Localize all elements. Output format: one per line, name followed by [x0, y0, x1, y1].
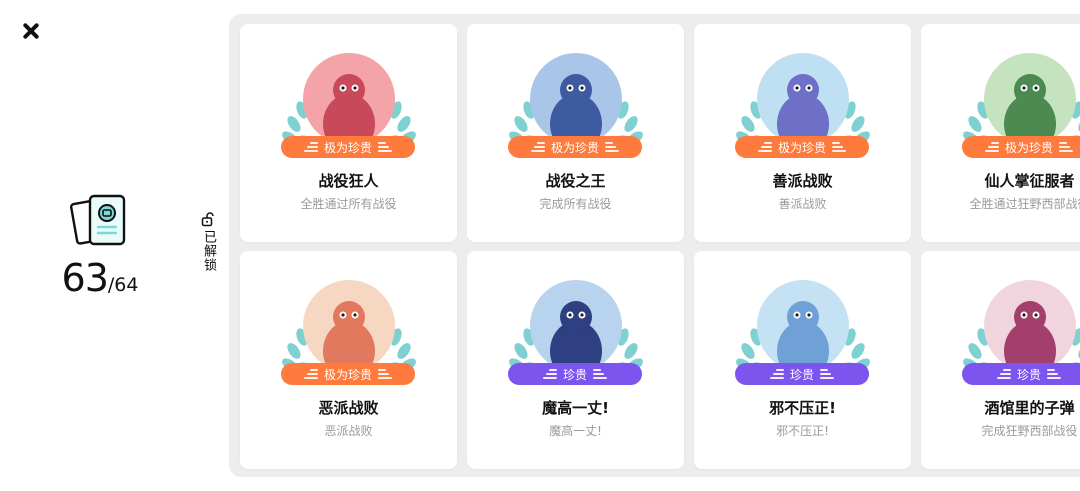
- close-button[interactable]: [18, 18, 44, 44]
- achievement-title: 恶派战败: [318, 399, 379, 417]
- stripes-left-icon: [769, 369, 784, 379]
- achievement-description: 完成所有战役: [539, 197, 612, 211]
- rarity-badge: 极为珍贵: [281, 363, 415, 385]
- total-count: /64: [107, 274, 139, 296]
- achievement-title: 战役狂人: [318, 172, 379, 190]
- unlocked-filter[interactable]: 已解锁: [199, 212, 217, 272]
- rarity-badge: 极为珍贵: [508, 136, 642, 158]
- achievement-title: 战役之王: [545, 172, 606, 190]
- rarity-label: 极为珍贵: [323, 367, 372, 382]
- rarity-label: 珍贵: [789, 367, 814, 382]
- achievement-card-2[interactable]: 极为珍贵 战役之王 完成所有战役: [467, 24, 684, 242]
- stripes-right-icon: [378, 369, 392, 379]
- rarity-badge: 极为珍贵: [281, 136, 415, 158]
- achievement-description: 善派战败: [778, 197, 827, 211]
- stripes-left-icon: [303, 369, 318, 379]
- achievement-grid: 极为珍贵 战役狂人 全胜通过所有战役 极为珍贵 战役之王 完成所有战役 极为珍贵…: [240, 24, 1080, 469]
- stripes-left-icon: [996, 369, 1011, 379]
- stripes-right-icon: [1047, 369, 1061, 379]
- achievement-title: 善派战败: [772, 172, 833, 190]
- achievement-card-1[interactable]: 极为珍贵 战役狂人 全胜通过所有战役: [240, 24, 457, 242]
- stripes-left-icon: [542, 369, 557, 379]
- rarity-label: 极为珍贵: [550, 140, 599, 155]
- achievement-description: 全胜通过所有战役: [300, 197, 397, 211]
- achievement-album-icon: [70, 194, 126, 246]
- rarity-badge: 极为珍贵: [962, 136, 1080, 158]
- rarity-badge: 珍贵: [508, 363, 642, 385]
- achievement-card-4[interactable]: 极为珍贵 仙人掌征服者 全胜通过狂野西部战役: [921, 24, 1080, 242]
- rarity-label: 极为珍贵: [777, 140, 826, 155]
- achievement-description: 恶派战败: [324, 424, 373, 438]
- rarity-label: 珍贵: [562, 367, 587, 382]
- stripes-right-icon: [378, 142, 392, 152]
- stripes-left-icon: [757, 142, 772, 152]
- rarity-label: 极为珍贵: [323, 140, 372, 155]
- achievement-panel[interactable]: 极为珍贵 战役狂人 全胜通过所有战役 极为珍贵 战役之王 完成所有战役 极为珍贵…: [229, 14, 1080, 477]
- unlocked-label: 已解锁: [201, 230, 216, 272]
- achievement-card-6[interactable]: 珍贵 魔高一丈! 魔高一丈!: [467, 251, 684, 469]
- achievement-card-8[interactable]: 珍贵 酒馆里的子弹 完成狂野西部战役: [921, 251, 1080, 469]
- achievement-description: 完成狂野西部战役: [981, 424, 1078, 438]
- achievement-description: 魔高一丈!: [549, 424, 602, 438]
- achievement-title: 酒馆里的子弹: [984, 399, 1075, 417]
- achievement-description: 全胜通过狂野西部战役: [969, 197, 1080, 211]
- stripes-right-icon: [1059, 142, 1073, 152]
- stripes-left-icon: [530, 142, 545, 152]
- unlock-icon: [201, 212, 214, 227]
- rarity-label: 珍贵: [1016, 367, 1041, 382]
- achievement-title: 魔高一丈!: [542, 399, 609, 417]
- rarity-badge: 极为珍贵: [735, 136, 869, 158]
- rarity-label: 极为珍贵: [1004, 140, 1053, 155]
- stripes-left-icon: [984, 142, 999, 152]
- rarity-badge: 珍贵: [962, 363, 1080, 385]
- achievement-stats: 63/64: [55, 193, 145, 306]
- unlocked-count: 63: [61, 256, 109, 300]
- stripes-right-icon: [820, 369, 834, 379]
- rarity-badge: 珍贵: [735, 363, 869, 385]
- achievement-title: 仙人掌征服者: [984, 172, 1075, 190]
- achievement-description: 邪不压正!: [776, 424, 829, 438]
- achievement-title: 邪不压正!: [769, 399, 836, 417]
- stripes-right-icon: [605, 142, 619, 152]
- achievement-card-7[interactable]: 珍贵 邪不压正! 邪不压正!: [694, 251, 911, 469]
- achievement-card-3[interactable]: 极为珍贵 善派战败 善派战败: [694, 24, 911, 242]
- achievement-card-5[interactable]: 极为珍贵 恶派战败 恶派战败: [240, 251, 457, 469]
- stripes-right-icon: [593, 369, 607, 379]
- stripes-right-icon: [832, 142, 846, 152]
- stripes-left-icon: [303, 142, 318, 152]
